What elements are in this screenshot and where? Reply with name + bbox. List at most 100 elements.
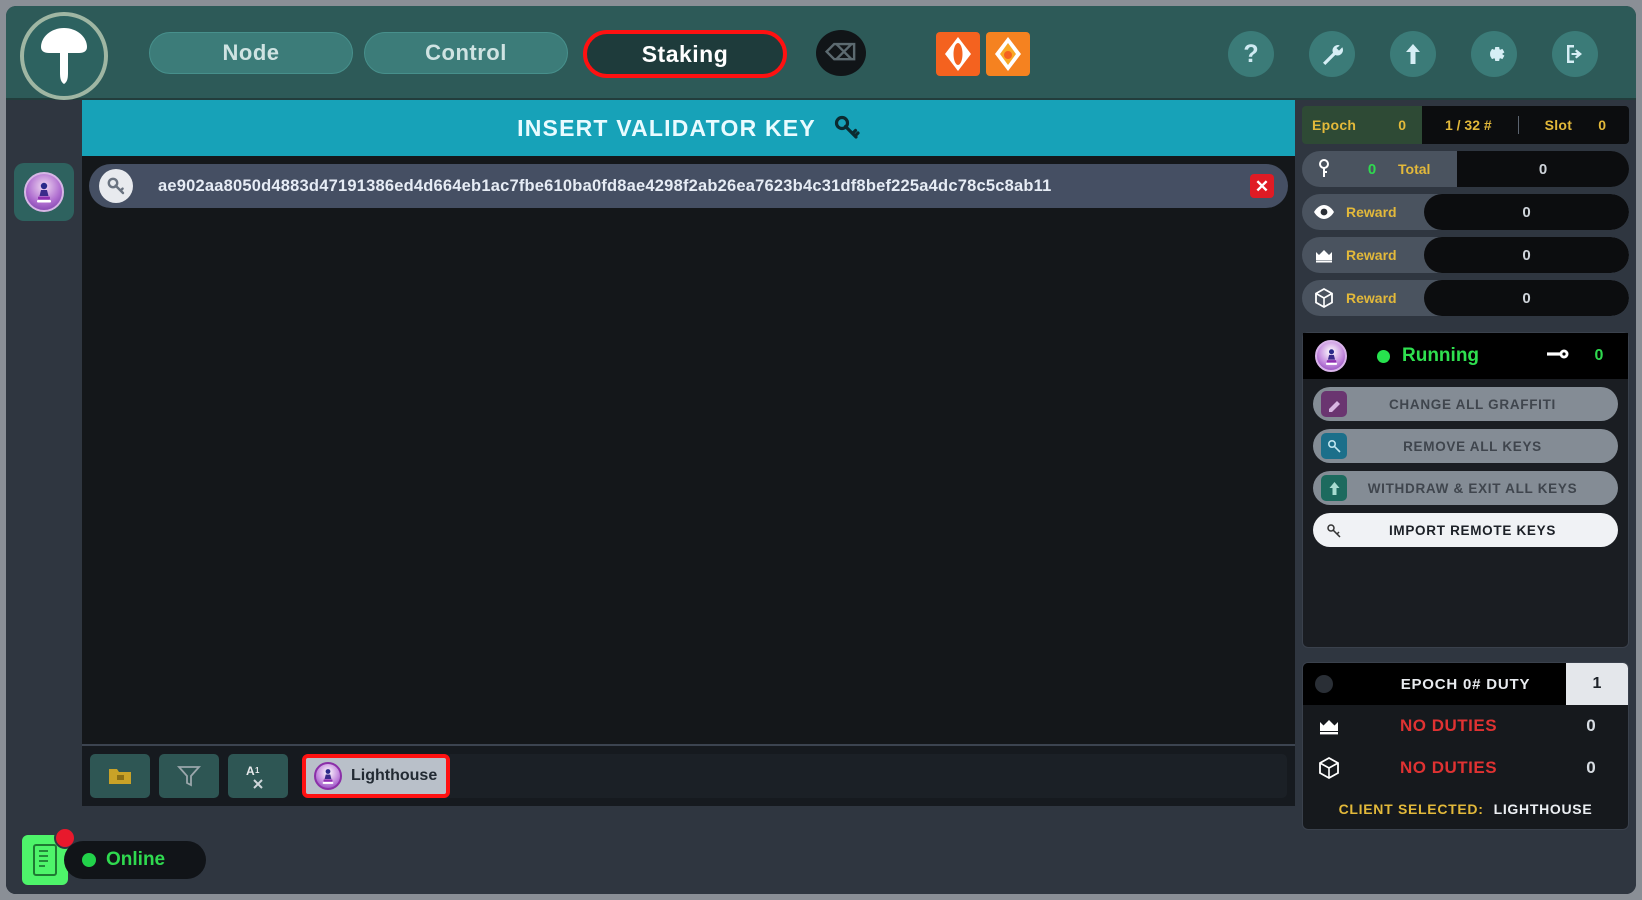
- tab-node-label: Node: [222, 40, 280, 65]
- funnel-filter-icon[interactable]: [159, 754, 219, 798]
- slot-segment: 1 / 32 # Slot 0: [1422, 106, 1629, 144]
- panel-spacer: [1303, 547, 1628, 639]
- app-logo[interactable]: [20, 12, 108, 100]
- change-all-graffiti-button[interactable]: CHANGE ALL GRAFFITI: [1313, 387, 1618, 421]
- log-file-icon[interactable]: [22, 827, 76, 885]
- help-glyph: ?: [1243, 39, 1259, 68]
- epoch-slot-bar: Epoch 0 1 / 32 # Slot 0: [1302, 106, 1629, 144]
- lighthouse-client-icon: [24, 172, 64, 212]
- remove-key-icon: [1321, 433, 1347, 459]
- total-label: Total: [1398, 161, 1431, 177]
- key-glyph: [1319, 159, 1329, 177]
- import-remote-keys-button[interactable]: IMPORT REMOTE KEYS: [1313, 513, 1618, 547]
- slot-value: 0: [1598, 117, 1606, 133]
- validator-key-row[interactable]: ae902aa8050d4883d47191386ed4d664eb1ac7fb…: [89, 164, 1288, 208]
- stat-row-attestation-reward: Reward 0: [1302, 194, 1629, 230]
- remove-all-keys-button[interactable]: REMOVE ALL KEYS: [1313, 429, 1618, 463]
- proposal-reward-label: Reward: [1346, 290, 1397, 306]
- cube-glyph: [1315, 287, 1333, 309]
- key-icon: [99, 169, 133, 203]
- epoch-value: 0: [1398, 117, 1406, 133]
- withdraw-exit-all-keys-button[interactable]: WITHDRAW & EXIT ALL KEYS: [1313, 471, 1618, 505]
- sync-reward-label: Reward: [1346, 247, 1397, 263]
- cube-icon: [1302, 287, 1346, 309]
- tab-control[interactable]: Control: [364, 32, 568, 74]
- graffiti-icon: [1321, 391, 1347, 417]
- tab-staking[interactable]: Staking: [583, 30, 787, 78]
- remove-key-button[interactable]: ✕: [1250, 174, 1274, 198]
- divider: [1517, 116, 1519, 134]
- ethereum-spiral-icon[interactable]: [986, 32, 1030, 76]
- attestation-duty-value: 0: [1586, 716, 1596, 735]
- sort-alpha-glyph: A 1: [246, 764, 263, 789]
- help-icon[interactable]: ?: [1228, 31, 1274, 77]
- left-sidebar: [6, 100, 82, 894]
- duty-row-proposal: NO DUTIES 0: [1303, 747, 1628, 789]
- folder-glyph: [109, 769, 131, 784]
- key-icon: [834, 115, 860, 139]
- attestation-reward-value: 0: [1424, 194, 1629, 230]
- ethereum-diamond-icon[interactable]: [936, 32, 980, 76]
- lighthouse-glyph: [37, 182, 51, 203]
- key-icon: [1544, 347, 1570, 366]
- remove-all-keys-label: REMOVE ALL KEYS: [1403, 438, 1542, 454]
- main-panel: INSERT VALIDATOR KEY ae902aa8050d4883d47…: [82, 100, 1295, 806]
- wrench-glyph: [1323, 45, 1343, 65]
- client-selected-label: CLIENT SELECTED:: [1338, 801, 1484, 817]
- main-bottom-toolbar: A 1 Lighthouse: [82, 744, 1295, 806]
- main-panel-header: INSERT VALIDATOR KEY: [82, 100, 1295, 156]
- sidebar-item-lighthouse[interactable]: [14, 163, 74, 221]
- lighthouse-client-icon: [314, 762, 342, 790]
- client-chip-label: Lighthouse: [351, 767, 438, 784]
- upload-arrow-glyph: [1406, 44, 1420, 64]
- validator-key-count: 0: [1594, 347, 1604, 364]
- client-selector-field[interactable]: Lighthouse: [302, 754, 1287, 798]
- gear-glyph: [1490, 47, 1505, 61]
- top-navigation-bar: Node Control Staking ⌫ ?: [6, 6, 1636, 100]
- total-key-count: 0: [1367, 160, 1377, 178]
- import-glyph: [1326, 523, 1341, 538]
- wrench-icon[interactable]: [1309, 31, 1355, 77]
- sort-alpha-icon[interactable]: A 1: [228, 754, 288, 798]
- online-indicator-dot: [82, 853, 96, 867]
- import-icon: [1321, 517, 1347, 543]
- graffiti-glyph: [1328, 400, 1340, 412]
- funnel-glyph: [176, 766, 202, 787]
- change-all-graffiti-label: CHANGE ALL GRAFFITI: [1388, 396, 1557, 412]
- eye-icon: [1302, 201, 1346, 223]
- validator-status-header: Running 0: [1303, 333, 1628, 379]
- status-bar: Online: [6, 806, 1295, 894]
- app-window: Node Control Staking ⌫ ? INSERT VALIDATO…: [6, 6, 1636, 894]
- ethereum-diamond-glyph: [945, 37, 971, 71]
- upload-arrow-icon[interactable]: [1390, 31, 1436, 77]
- log-file-glyph: [33, 844, 57, 876]
- tab-staking-label: Staking: [641, 40, 729, 67]
- eye-glyph: [1314, 205, 1334, 219]
- validator-pubkey: ae902aa8050d4883d47191386ed4d664eb1ac7fb…: [158, 176, 1052, 195]
- attestation-duty-status: NO DUTIES: [1399, 716, 1498, 735]
- remove-key-glyph: [1327, 439, 1341, 453]
- right-sidebar: Epoch 0 1 / 32 # Slot 0 0 Total 0 Reward…: [1295, 100, 1636, 894]
- tab-node[interactable]: Node: [149, 32, 353, 74]
- lighthouse-client-icon: [1315, 340, 1347, 372]
- logout-glyph: [1567, 45, 1582, 63]
- key-glyph: [107, 177, 125, 195]
- crown-glyph: [1316, 250, 1332, 263]
- validator-status-label: Running: [1402, 345, 1480, 366]
- stat-row-proposal-reward: Reward 0: [1302, 280, 1629, 316]
- slot-progress: 1 / 32 #: [1444, 117, 1492, 133]
- close-icon: ✕: [1254, 176, 1270, 196]
- validator-key-list: ae902aa8050d4883d47191386ed4d664eb1ac7fb…: [82, 156, 1295, 744]
- online-status-label: Online: [106, 849, 166, 870]
- terminal-console-button[interactable]: ⌫: [816, 30, 866, 76]
- tab-control-label: Control: [425, 40, 507, 65]
- folder-icon[interactable]: [90, 754, 150, 798]
- client-selected-value: LIGHTHOUSE: [1493, 801, 1593, 817]
- validator-client-panel: Running 0 CHANGE ALL GRAFFITI REMOVE ALL…: [1302, 332, 1629, 648]
- client-chip-lighthouse[interactable]: Lighthouse: [302, 754, 450, 798]
- logout-icon[interactable]: [1552, 31, 1598, 77]
- gear-icon[interactable]: [1471, 31, 1517, 77]
- terminal-icon: ⌫: [825, 40, 857, 65]
- client-selected-row: CLIENT SELECTED: LIGHTHOUSE: [1303, 789, 1628, 829]
- stat-row-total: 0 Total 0: [1302, 151, 1629, 187]
